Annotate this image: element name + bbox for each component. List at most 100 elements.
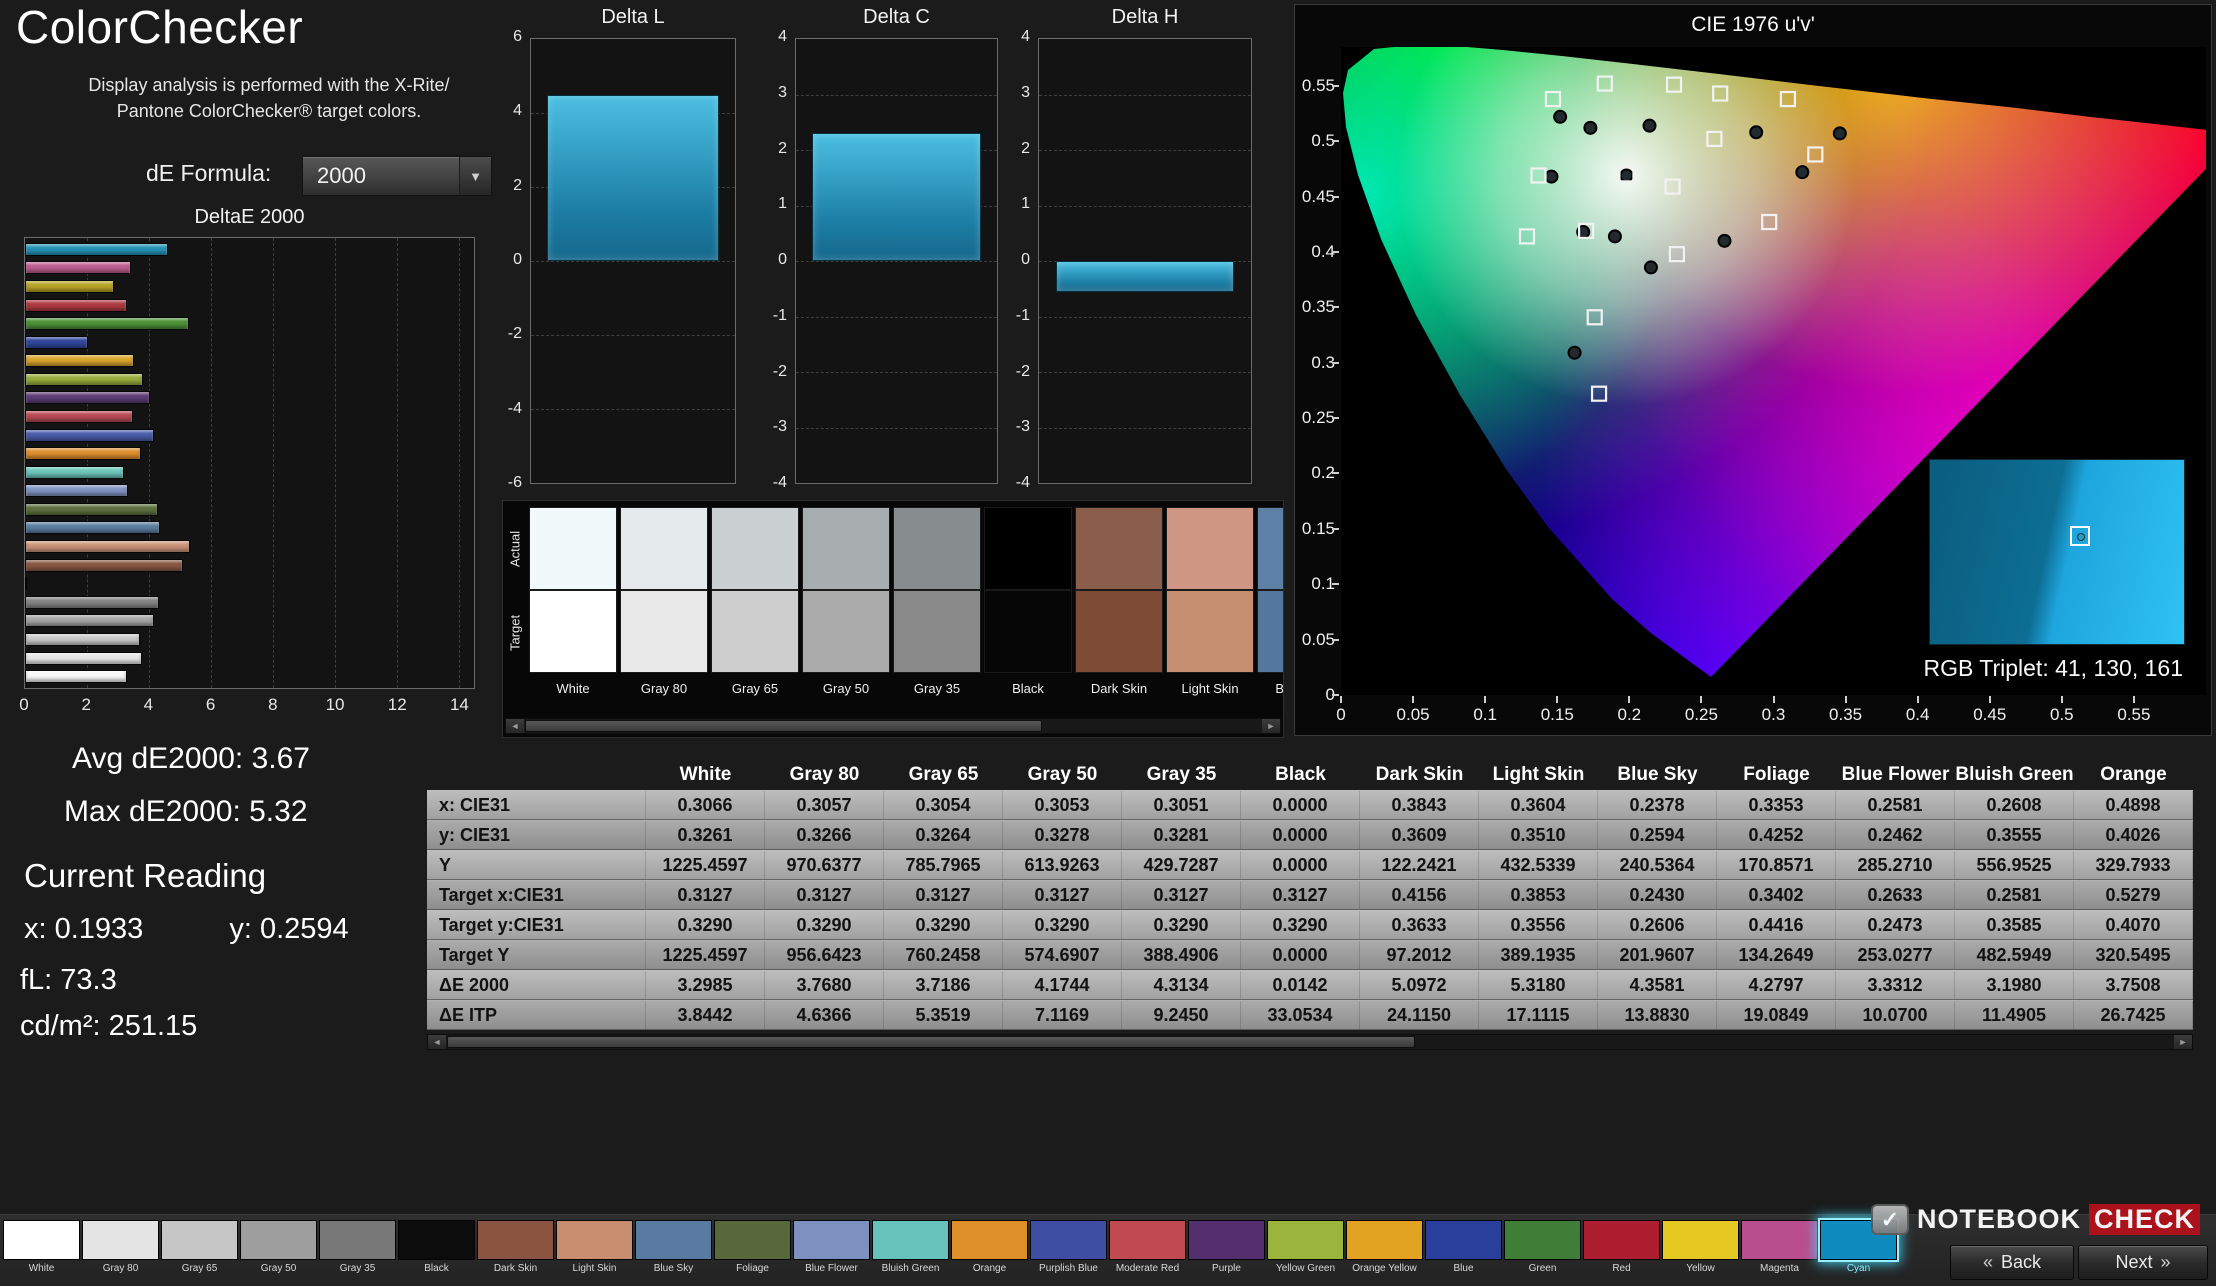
table-row-label: Y	[427, 851, 646, 879]
patch-gray-50[interactable]: Gray 50	[239, 1220, 318, 1274]
patch-foliage[interactable]: Foliage	[713, 1220, 792, 1274]
patch-magenta[interactable]: Magenta	[1740, 1220, 1819, 1274]
swatch-column	[802, 507, 890, 675]
scroll-right-icon[interactable]: ►	[1262, 719, 1280, 733]
table-cell: 785.7965	[884, 851, 1003, 879]
description-line-2: Pantone ColorChecker® target colors.	[44, 98, 494, 124]
patch-label: Gray 65	[161, 1263, 238, 1274]
table-cell: 10.0700	[1836, 1001, 1955, 1029]
table-cell: 17.1115	[1479, 1001, 1598, 1029]
table-cell: 0.3127	[765, 881, 884, 909]
patch-yellow[interactable]: Yellow	[1661, 1220, 1740, 1274]
tick-mark	[1340, 696, 1342, 703]
delta-axis-tick-label: 4	[751, 28, 787, 46]
scrollbar-track[interactable]	[524, 719, 1262, 733]
table-row: ΔE ITP3.84424.63665.35197.11699.245033.0…	[427, 1000, 2193, 1030]
table-cell: 760.2458	[884, 941, 1003, 969]
deltae-bar-foliage	[25, 503, 158, 516]
tick-mark	[1773, 696, 1775, 703]
patch-purplish-blue[interactable]: Purplish Blue	[1029, 1220, 1108, 1274]
table-row: Target x:CIE310.31270.31270.31270.31270.…	[427, 880, 2193, 910]
de-formula-dropdown[interactable]: 2000 ▼	[302, 156, 492, 196]
patch-yellow-green[interactable]: Yellow Green	[1266, 1220, 1345, 1274]
table-cell: 956.6423	[765, 941, 884, 969]
tick-mark	[2133, 696, 2135, 703]
patch-dark-skin[interactable]: Dark Skin	[476, 1220, 555, 1274]
cie-measured-point	[1644, 120, 1656, 132]
deltae-bar-blue	[25, 336, 88, 349]
swatch-column	[529, 507, 617, 675]
scroll-left-icon[interactable]: ◄	[428, 1035, 446, 1049]
patch-purple[interactable]: Purple	[1187, 1220, 1266, 1274]
delta-axis-tick-label: -2	[994, 363, 1030, 381]
patch-green[interactable]: Green	[1503, 1220, 1582, 1274]
deltae-axis-tick-label: 14	[450, 695, 469, 715]
deltae-bar-light-skin	[25, 540, 190, 553]
swatch-strip-scrollbar[interactable]: ◄ ►	[505, 718, 1281, 734]
scroll-right-icon[interactable]: ►	[2174, 1035, 2192, 1049]
patch-blue-flower[interactable]: Blue Flower	[792, 1220, 871, 1274]
table-cell: 3.7680	[765, 971, 884, 999]
tick-mark	[1556, 696, 1558, 703]
delta-axis-tick-label: 1	[751, 195, 787, 213]
table-row: x: CIE310.30660.30570.30540.30530.30510.…	[427, 790, 2193, 820]
table-column-header: Bluish Green	[1955, 760, 2074, 790]
scrollbar-thumb[interactable]	[525, 720, 1042, 732]
table-cell: 0.0000	[1241, 941, 1360, 969]
swatch-column	[711, 507, 799, 675]
patch-color	[1030, 1220, 1107, 1260]
table-scrollbar[interactable]: ◄ ►	[427, 1034, 2193, 1050]
patch-color	[793, 1220, 870, 1260]
patch-white[interactable]: White	[2, 1220, 81, 1274]
table-cell: 0.5279	[2074, 881, 2193, 909]
scrollbar-track[interactable]	[446, 1035, 2174, 1049]
patch-label: Bluish Green	[872, 1263, 949, 1274]
cie-measured-point	[1796, 166, 1808, 178]
tick-mark	[1989, 696, 1991, 703]
swatch-target	[529, 590, 617, 673]
patch-orange[interactable]: Orange	[950, 1220, 1029, 1274]
table-cell: 5.3519	[884, 1001, 1003, 1029]
table-cell: 0.3053	[1003, 791, 1122, 819]
table-cell: 285.2710	[1836, 851, 1955, 879]
next-button[interactable]: Next »	[2078, 1245, 2208, 1280]
table-cell: 0.3843	[1360, 791, 1479, 819]
patch-bluish-green[interactable]: Bluish Green	[871, 1220, 950, 1274]
scrollbar-thumb[interactable]	[447, 1036, 1415, 1048]
table-cell: 4.2797	[1717, 971, 1836, 999]
table-cell: 4.6366	[765, 1001, 884, 1029]
patch-light-skin[interactable]: Light Skin	[555, 1220, 634, 1274]
patch-black[interactable]: Black	[397, 1220, 476, 1274]
delta-axis-tick-label: -4	[486, 400, 522, 418]
table-row-label: ΔE ITP	[427, 1001, 646, 1029]
table-row-label: y: CIE31	[427, 821, 646, 849]
patch-gray-35[interactable]: Gray 35	[318, 1220, 397, 1274]
table-cell: 0.3264	[884, 821, 1003, 849]
table-cell: 0.3353	[1717, 791, 1836, 819]
patch-moderate-red[interactable]: Moderate Red	[1108, 1220, 1187, 1274]
patch-gray-80[interactable]: Gray 80	[81, 1220, 160, 1274]
cie-x-tick-label: 0	[1336, 705, 1345, 725]
deltae-bar-dark-skin	[25, 559, 183, 572]
patch-blue[interactable]: Blue	[1424, 1220, 1503, 1274]
table-row-label: Target y:CIE31	[427, 911, 646, 939]
patch-orange-yellow[interactable]: Orange Yellow	[1345, 1220, 1424, 1274]
cie-x-tick-label: 0.55	[2117, 705, 2150, 725]
table-cell: 329.7933	[2074, 851, 2193, 879]
scroll-left-icon[interactable]: ◄	[506, 719, 524, 733]
tick-mark	[2061, 696, 2063, 703]
table-cell: 134.2649	[1717, 941, 1836, 969]
table-cell: 0.3051	[1122, 791, 1241, 819]
table-cell: 0.3555	[1955, 821, 2074, 849]
back-button[interactable]: « Back	[1950, 1245, 2074, 1280]
table-cell: 389.1935	[1479, 941, 1598, 969]
patch-red[interactable]: Red	[1582, 1220, 1661, 1274]
swatch-label: Light Skin	[1166, 681, 1254, 696]
table-cell: 556.9525	[1955, 851, 2074, 879]
table-cell: 5.0972	[1360, 971, 1479, 999]
patch-blue-sky[interactable]: Blue Sky	[634, 1220, 713, 1274]
measurement-table: WhiteGray 80Gray 65Gray 50Gray 35BlackDa…	[427, 760, 2193, 1030]
patch-color	[1188, 1220, 1265, 1260]
patch-gray-65[interactable]: Gray 65	[160, 1220, 239, 1274]
delta-axis-tick-label: 2	[486, 177, 522, 195]
